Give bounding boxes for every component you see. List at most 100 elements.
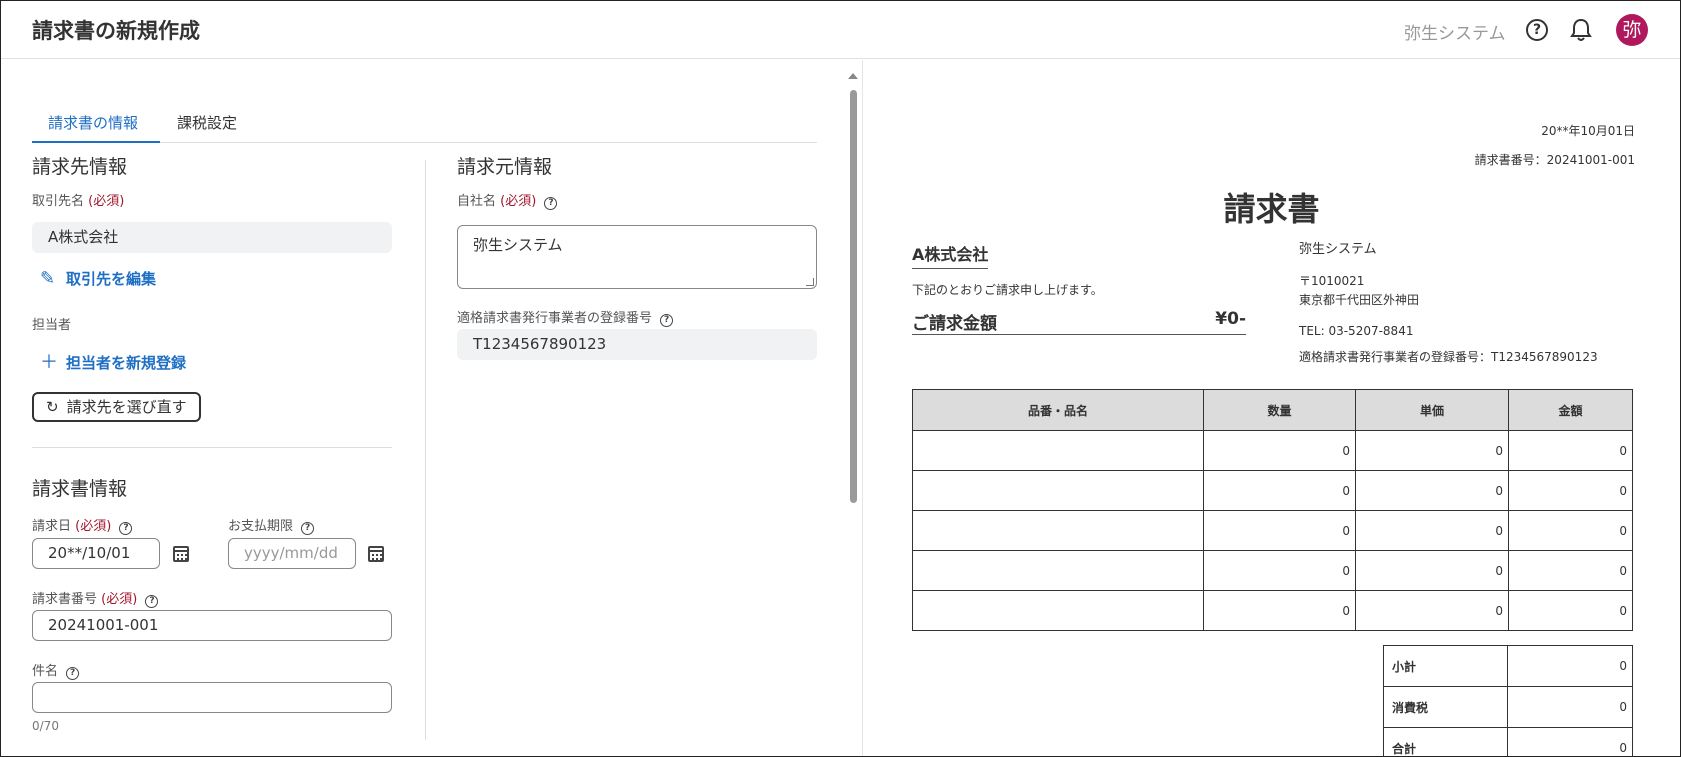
invoice-info-title: 請求書情報: [32, 478, 128, 500]
table-row: 0 0 0: [912, 470, 1633, 511]
table-cell: 0: [1203, 590, 1356, 631]
preview-amount-row: ご請求金額 ¥0-: [912, 309, 1246, 335]
table-cell: 0: [1508, 590, 1633, 631]
scrollbar-thumb[interactable]: [850, 90, 857, 503]
table-cell: 0: [1355, 510, 1509, 551]
table-cell: 0: [1355, 590, 1509, 631]
tab-tax-settings[interactable]: 課税設定: [177, 112, 237, 143]
edit-partner-label: 取引先を編集: [66, 270, 157, 288]
pencil-icon: ✎: [40, 268, 56, 289]
help-icon[interactable]: ?: [1526, 19, 1548, 41]
table-cell: [912, 430, 1204, 471]
subtotal-row: 小計 0: [1383, 645, 1633, 687]
question-icon[interactable]: ?: [660, 314, 674, 327]
question-icon[interactable]: ?: [145, 595, 159, 608]
registration-number-value: T1234567890123: [457, 329, 817, 360]
partner-label-text: 取引先名: [32, 194, 85, 209]
reselect-billing-to-button[interactable]: ↻ 請求先を選び直す: [32, 392, 201, 422]
preview-invoice-number: 請求書番号：20241001-001: [1474, 153, 1635, 167]
own-company-value: 弥生システム: [473, 236, 563, 254]
column-header: 単価: [1355, 389, 1509, 431]
required-mark: (必須): [75, 519, 112, 534]
column-header: 品番・品名: [912, 389, 1204, 431]
total-label: 小計: [1383, 645, 1508, 687]
table-cell: 0: [1508, 430, 1633, 471]
table-cell: [912, 550, 1204, 591]
billing-to-title: 請求先情報: [32, 156, 128, 178]
table-cell: 0: [1508, 550, 1633, 591]
table-cell: [912, 590, 1204, 631]
invoice-number-label-text: 請求書番号: [32, 592, 98, 607]
required-mark: (必須): [101, 592, 138, 607]
preview-amount-value: ¥0-: [1215, 309, 1246, 329]
table-row: 0 0 0: [912, 590, 1633, 631]
subject-label-text: 件名: [32, 664, 59, 679]
table-cell: 0: [1203, 470, 1356, 511]
column-header: 数量: [1203, 389, 1356, 431]
preview-sender-tel: TEL: 03-5207-8841: [1299, 324, 1414, 338]
invoice-number-input[interactable]: 20241001-001: [32, 610, 392, 641]
total-value: 0: [1507, 727, 1633, 756]
table-row: 0 0 0: [912, 430, 1633, 471]
table-cell: 0: [1355, 470, 1509, 511]
bell-icon[interactable]: [1570, 18, 1592, 42]
register-person-link[interactable]: ＋ 担当者を新規登録: [40, 348, 186, 374]
subject-input[interactable]: [32, 682, 392, 713]
invoice-date-label-text: 請求日: [32, 519, 72, 534]
own-company-label-text: 自社名: [457, 194, 497, 209]
preview-sender-registration: 適格請求書発行事業者の登録番号：T1234567890123: [1299, 350, 1598, 364]
total-label: 消費税: [1383, 686, 1508, 728]
own-company-textarea[interactable]: 弥生システム: [457, 225, 817, 289]
tab-invoice-info[interactable]: 請求書の情報: [32, 112, 160, 143]
register-person-label: 担当者を新規登録: [66, 354, 187, 372]
total-value: 0: [1507, 686, 1633, 728]
scroll-up-arrow-icon[interactable]: [848, 73, 858, 79]
due-date-label: お支払期限 ?: [228, 515, 315, 535]
resize-grip-icon[interactable]: [806, 278, 814, 286]
table-cell: [912, 510, 1204, 551]
preview-sender-address: 東京都千代田区外神田: [1299, 293, 1420, 307]
partner-label: 取引先名 (必須): [32, 190, 124, 209]
company-name[interactable]: 弥生システム: [1404, 19, 1506, 44]
preview-amount-label: ご請求金額: [912, 314, 997, 334]
table-cell: 0: [1355, 430, 1509, 471]
calendar-icon[interactable]: [368, 546, 384, 562]
question-icon[interactable]: ?: [119, 522, 133, 535]
section-divider: [32, 447, 392, 448]
invoice-date-input[interactable]: 20**/10/01: [32, 538, 160, 569]
table-cell: 0: [1508, 510, 1633, 551]
question-icon[interactable]: ?: [301, 522, 315, 535]
table-cell: 0: [1355, 550, 1509, 591]
preview-sender-company: 弥生システム: [1299, 242, 1377, 257]
calendar-icon[interactable]: [173, 546, 189, 562]
table-cell: 0: [1203, 430, 1356, 471]
edit-partner-link[interactable]: ✎ 取引先を編集: [40, 268, 156, 289]
invoice-number-label: 請求書番号 (必須) ?: [32, 588, 159, 608]
table-cell: [912, 470, 1204, 511]
column-divider: [425, 160, 426, 740]
page-title: 請求書の新規作成: [32, 19, 200, 43]
invoice-date-label: 請求日 (必須) ?: [32, 515, 133, 535]
due-date-input[interactable]: yyyy/mm/dd: [228, 538, 356, 569]
table-cell: 0: [1203, 510, 1356, 551]
tax-row: 消費税 0: [1383, 686, 1633, 728]
registration-number-label-text: 適格請求書発行事業者の登録番号: [457, 311, 653, 326]
partner-name-value: A株式会社: [32, 222, 392, 253]
plus-icon: ＋: [40, 352, 58, 373]
registration-number-label: 適格請求書発行事業者の登録番号 ?: [457, 307, 674, 327]
avatar[interactable]: 弥: [1616, 14, 1648, 46]
required-mark: (必須): [500, 194, 537, 209]
question-icon[interactable]: ?: [544, 197, 558, 210]
totals-table: 小計 0 消費税 0 合計 0: [1383, 645, 1633, 756]
preview-date: 20**年10月01日: [1541, 124, 1635, 138]
preview-title: 請求書: [1223, 190, 1320, 228]
person-label: 担当者: [32, 318, 72, 333]
question-icon[interactable]: ?: [66, 667, 80, 680]
table-cell: 0: [1508, 470, 1633, 511]
preview-sender-zip: 〒1010021: [1299, 274, 1365, 288]
tab-bar: 請求書の情報 課税設定: [32, 106, 817, 143]
total-label: 合計: [1383, 727, 1508, 756]
own-company-label: 自社名 (必須) ?: [457, 190, 558, 210]
invoice-preview: 20**年10月01日 請求書番号：20241001-001 請求書 A株式会社…: [863, 60, 1680, 756]
grand-total-row: 合計 0: [1383, 727, 1633, 756]
